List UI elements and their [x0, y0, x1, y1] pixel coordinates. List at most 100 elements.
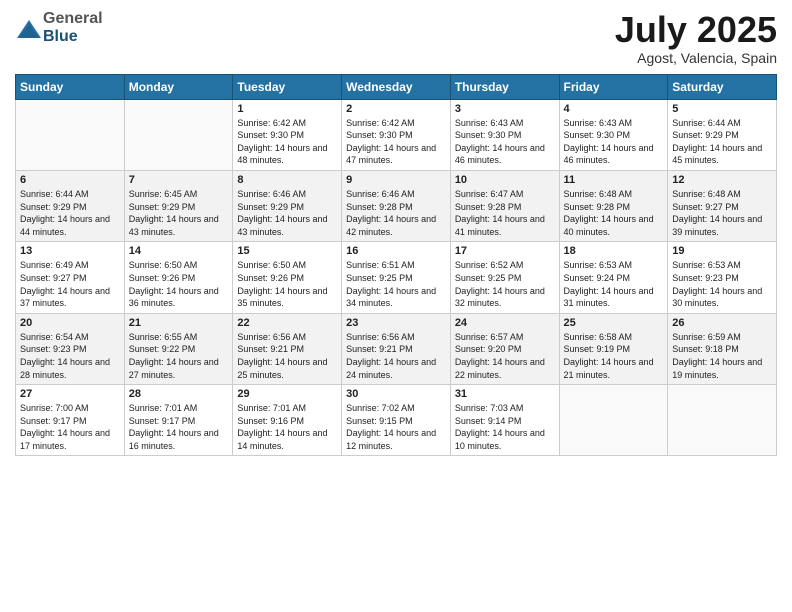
calendar-cell: 14 Sunrise: 6:50 AM Sunset: 9:26 PM Dayli… — [124, 242, 233, 313]
calendar-cell: 15 Sunrise: 6:50 AM Sunset: 9:26 PM Dayli… — [233, 242, 342, 313]
day-number: 24 — [455, 317, 555, 329]
day-number: 11 — [564, 174, 664, 186]
title-area: July 2025 Agost, Valencia, Spain — [615, 10, 777, 66]
day-info: Sunrise: 6:49 AM Sunset: 9:27 PM Dayligh… — [20, 259, 120, 309]
calendar-cell: 8Sunrise: 6:46 AM Sunset: 9:29 PM Daylig… — [233, 170, 342, 241]
calendar-cell: 25 Sunrise: 6:58 AM Sunset: 9:19 PM Dayli… — [559, 313, 668, 384]
day-number: 3 — [455, 103, 555, 115]
calendar-cell: 20 Sunrise: 6:54 AM Sunset: 9:23 PM Dayli… — [16, 313, 125, 384]
page-header: General Blue July 2025 Agost, Valencia, … — [15, 10, 777, 66]
day-info: Sunrise: 7:01 AM Sunset: 9:17 PM Dayligh… — [129, 402, 229, 452]
day-number: 23 — [346, 317, 446, 329]
calendar-week-2: 6 Sunrise: 6:44 AM Sunset: 9:29 PM Daylig… — [16, 170, 777, 241]
day-number: 31 — [455, 388, 555, 400]
calendar-cell: 21 Sunrise: 6:55 AM Sunset: 9:22 PM Dayli… — [124, 313, 233, 384]
day-number: 7 — [129, 174, 229, 186]
calendar-cell: 10 Sunrise: 6:47 AM Sunset: 9:28 PM Dayli… — [450, 170, 559, 241]
logo-icon — [15, 18, 39, 38]
day-info: Sunrise: 6:50 AM Sunset: 9:26 PM Dayligh… — [129, 259, 229, 309]
logo: General Blue — [15, 10, 103, 45]
col-header-friday: Friday — [559, 74, 668, 99]
day-number: 20 — [20, 317, 120, 329]
calendar-cell: 17 Sunrise: 6:52 AM Sunset: 9:25 PM Dayli… — [450, 242, 559, 313]
day-info: Sunrise: 6:42 AM Sunset: 9:30 PM Dayligh… — [346, 117, 446, 167]
day-info: Sunrise: 6:43 AM Sunset: 9:30 PM Dayligh… — [455, 117, 555, 167]
calendar-week-5: 27 Sunrise: 7:00 AM Sunset: 9:17 PM Dayli… — [16, 385, 777, 456]
calendar-cell: 16 Sunrise: 6:51 AM Sunset: 9:25 PM Dayli… — [342, 242, 451, 313]
calendar-cell: 12Sunrise: 6:48 AM Sunset: 9:27 PM Dayli… — [668, 170, 777, 241]
day-info: Sunrise: 6:57 AM Sunset: 9:20 PM Dayligh… — [455, 331, 555, 381]
day-info: Sunrise: 7:00 AM Sunset: 9:17 PM Dayligh… — [20, 402, 120, 452]
location: Agost, Valencia, Spain — [615, 50, 777, 66]
day-number: 16 — [346, 245, 446, 257]
day-info: Sunrise: 6:47 AM Sunset: 9:28 PM Dayligh… — [455, 188, 555, 238]
day-info: Sunrise: 6:50 AM Sunset: 9:26 PM Dayligh… — [237, 259, 337, 309]
logo-text-general: General — [43, 10, 103, 27]
calendar-cell: 6 Sunrise: 6:44 AM Sunset: 9:29 PM Daylig… — [16, 170, 125, 241]
calendar-cell: 13Sunrise: 6:49 AM Sunset: 9:27 PM Dayli… — [16, 242, 125, 313]
calendar-cell: 22Sunrise: 6:56 AM Sunset: 9:21 PM Dayli… — [233, 313, 342, 384]
day-info: Sunrise: 6:43 AM Sunset: 9:30 PM Dayligh… — [564, 117, 664, 167]
day-info: Sunrise: 6:52 AM Sunset: 9:25 PM Dayligh… — [455, 259, 555, 309]
calendar-cell: 29 Sunrise: 7:01 AM Sunset: 9:16 PM Dayli… — [233, 385, 342, 456]
calendar-cell: 7 Sunrise: 6:45 AM Sunset: 9:29 PM Daylig… — [124, 170, 233, 241]
day-info: Sunrise: 6:48 AM Sunset: 9:28 PM Dayligh… — [564, 188, 664, 238]
day-number: 25 — [564, 317, 664, 329]
calendar-cell: 31 Sunrise: 7:03 AM Sunset: 9:14 PM Dayli… — [450, 385, 559, 456]
day-number: 29 — [237, 388, 337, 400]
day-info: Sunrise: 6:44 AM Sunset: 9:29 PM Dayligh… — [20, 188, 120, 238]
calendar-cell: 5 Sunrise: 6:44 AM Sunset: 9:29 PM Daylig… — [668, 99, 777, 170]
day-info: Sunrise: 6:46 AM Sunset: 9:28 PM Dayligh… — [346, 188, 446, 238]
day-number: 26 — [672, 317, 772, 329]
day-info: Sunrise: 6:51 AM Sunset: 9:25 PM Dayligh… — [346, 259, 446, 309]
day-number: 14 — [129, 245, 229, 257]
calendar-cell: 24 Sunrise: 6:57 AM Sunset: 9:20 PM Dayli… — [450, 313, 559, 384]
day-info: Sunrise: 6:55 AM Sunset: 9:22 PM Dayligh… — [129, 331, 229, 381]
day-info: Sunrise: 6:59 AM Sunset: 9:18 PM Dayligh… — [672, 331, 772, 381]
calendar-cell: 23Sunrise: 6:56 AM Sunset: 9:21 PM Dayli… — [342, 313, 451, 384]
day-info: Sunrise: 6:58 AM Sunset: 9:19 PM Dayligh… — [564, 331, 664, 381]
calendar-cell: 9 Sunrise: 6:46 AM Sunset: 9:28 PM Daylig… — [342, 170, 451, 241]
day-number: 12 — [672, 174, 772, 186]
day-info: Sunrise: 6:53 AM Sunset: 9:23 PM Dayligh… — [672, 259, 772, 309]
day-number: 5 — [672, 103, 772, 115]
day-number: 21 — [129, 317, 229, 329]
day-number: 30 — [346, 388, 446, 400]
calendar-header-row: SundayMondayTuesdayWednesdayThursdayFrid… — [16, 74, 777, 99]
day-number: 17 — [455, 245, 555, 257]
col-header-tuesday: Tuesday — [233, 74, 342, 99]
day-number: 10 — [455, 174, 555, 186]
col-header-sunday: Sunday — [16, 74, 125, 99]
day-info: Sunrise: 6:44 AM Sunset: 9:29 PM Dayligh… — [672, 117, 772, 167]
day-info: Sunrise: 6:54 AM Sunset: 9:23 PM Dayligh… — [20, 331, 120, 381]
col-header-saturday: Saturday — [668, 74, 777, 99]
calendar-cell: 3 Sunrise: 6:43 AM Sunset: 9:30 PM Daylig… — [450, 99, 559, 170]
day-number: 4 — [564, 103, 664, 115]
calendar-cell: 19Sunrise: 6:53 AM Sunset: 9:23 PM Dayli… — [668, 242, 777, 313]
calendar-cell — [16, 99, 125, 170]
day-info: Sunrise: 6:56 AM Sunset: 9:21 PM Dayligh… — [237, 331, 337, 381]
day-info: Sunrise: 7:01 AM Sunset: 9:16 PM Dayligh… — [237, 402, 337, 452]
day-info: Sunrise: 7:02 AM Sunset: 9:15 PM Dayligh… — [346, 402, 446, 452]
day-number: 9 — [346, 174, 446, 186]
logo-text-blue: Blue — [43, 28, 78, 45]
month-title: July 2025 — [615, 10, 777, 50]
day-number: 28 — [129, 388, 229, 400]
day-number: 1 — [237, 103, 337, 115]
day-number: 27 — [20, 388, 120, 400]
calendar-cell: 27 Sunrise: 7:00 AM Sunset: 9:17 PM Dayli… — [16, 385, 125, 456]
day-info: Sunrise: 6:42 AM Sunset: 9:30 PM Dayligh… — [237, 117, 337, 167]
col-header-monday: Monday — [124, 74, 233, 99]
day-number: 6 — [20, 174, 120, 186]
day-number: 8 — [237, 174, 337, 186]
col-header-thursday: Thursday — [450, 74, 559, 99]
calendar-cell: 11 Sunrise: 6:48 AM Sunset: 9:28 PM Dayli… — [559, 170, 668, 241]
day-info: Sunrise: 7:03 AM Sunset: 9:14 PM Dayligh… — [455, 402, 555, 452]
day-info: Sunrise: 6:45 AM Sunset: 9:29 PM Dayligh… — [129, 188, 229, 238]
day-number: 15 — [237, 245, 337, 257]
day-number: 2 — [346, 103, 446, 115]
calendar-table: SundayMondayTuesdayWednesdayThursdayFrid… — [15, 74, 777, 457]
calendar-cell — [559, 385, 668, 456]
calendar-cell: 30 Sunrise: 7:02 AM Sunset: 9:15 PM Dayli… — [342, 385, 451, 456]
col-header-wednesday: Wednesday — [342, 74, 451, 99]
